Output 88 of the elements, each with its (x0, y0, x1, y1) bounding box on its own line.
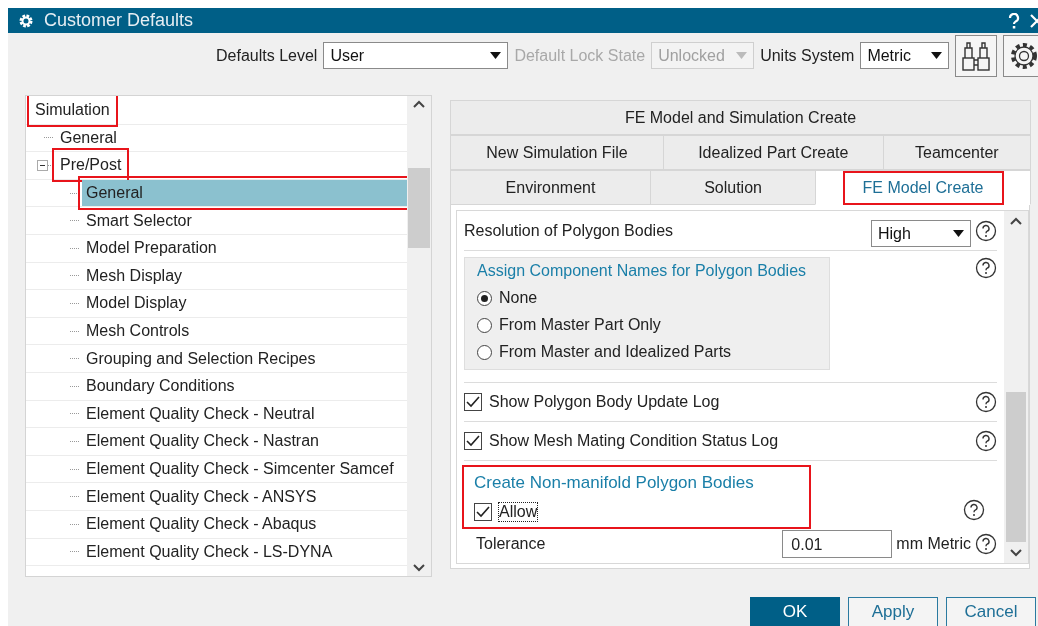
tab[interactable]: FE Model and Simulation Create (450, 100, 1031, 135)
tree-item[interactable]: Element Quality Check - ANSYS (82, 483, 321, 510)
collapse-icon[interactable] (37, 160, 48, 171)
dialog-button[interactable]: OK (750, 597, 840, 626)
tree-connector-line (70, 220, 79, 222)
scroll-down-icon[interactable] (1010, 549, 1022, 557)
binoculars-icon (961, 39, 992, 72)
help-icon[interactable] (975, 219, 997, 242)
scroll-up-icon[interactable] (1010, 217, 1022, 225)
tree-item[interactable]: Mesh Controls (82, 318, 194, 345)
tree-item[interactable]: Element Quality Check - Simcenter Samcef (82, 456, 398, 482)
settings-button[interactable] (1003, 34, 1038, 77)
tree-item[interactable]: Smart Selector (82, 207, 196, 234)
help-icon[interactable] (975, 391, 997, 413)
close-icon[interactable] (1030, 13, 1038, 28)
help-icon[interactable] (963, 499, 985, 521)
tree-connector-line (44, 137, 53, 139)
dialog-button[interactable]: Cancel (946, 597, 1036, 626)
setting-label: Resolution of Polygon Bodies (464, 221, 674, 240)
tree-item[interactable]: Model Preparation (82, 235, 221, 262)
checkbox-label: Show Mesh Mating Condition Status Log (489, 432, 779, 450)
group-title: Assign Component Names for Polygon Bodies (477, 262, 808, 280)
window-title: Customer Defaults (44, 10, 194, 31)
tree-item[interactable]: Element Quality Check - Neutral (82, 400, 319, 427)
checkbox-label: Allow (499, 503, 538, 521)
tolerance-input[interactable]: 0.01 (782, 530, 893, 558)
radio-label: From Master Part Only (499, 316, 661, 334)
scroll-down-icon[interactable] (413, 564, 425, 572)
dropdown[interactable]: User (323, 42, 509, 69)
tab[interactable]: Environment (450, 170, 651, 205)
help-icon[interactable] (1008, 12, 1020, 29)
tree-connector-line (70, 275, 79, 277)
tree-connector-line (70, 440, 79, 442)
tab[interactable]: Teamcenter (882, 135, 1031, 170)
radio-button[interactable] (477, 290, 492, 306)
radio-label: From Master and Idealized Parts (499, 343, 732, 361)
tree-connector-line (70, 496, 79, 498)
tree-item[interactable]: General (56, 124, 121, 151)
help-icon[interactable] (975, 257, 997, 279)
scroll-thumb[interactable] (408, 168, 430, 248)
tree-item[interactable]: Element Quality Check - LS-DYNA (82, 538, 337, 565)
field-label: Default Lock State (514, 46, 646, 65)
tree-connector-line (70, 385, 79, 387)
checkbox[interactable] (474, 503, 492, 521)
tab[interactable]: FE Model Create (815, 170, 1031, 205)
radio-button[interactable] (477, 344, 492, 360)
group-title: Create Non-manifold Polygon Bodies (474, 473, 755, 493)
help-icon[interactable] (975, 430, 997, 452)
resolution-dropdown[interactable]: High (871, 220, 971, 247)
tree-connector-line (70, 247, 79, 249)
dropdown[interactable]: Metric (860, 42, 950, 69)
tree-item[interactable]: Mesh Display (82, 262, 187, 289)
tab[interactable]: New Simulation File (450, 135, 664, 170)
tree-item[interactable]: Element Quality Check - Nastran (82, 428, 323, 455)
tree-item[interactable]: Grouping and Selection Recipes (82, 345, 320, 372)
dropdown-caret-icon (953, 230, 964, 237)
radio-label: None (499, 289, 538, 307)
binoculars-button[interactable] (955, 34, 998, 77)
scroll-up-icon[interactable] (413, 100, 425, 108)
scrollbar[interactable] (407, 96, 431, 576)
dialog-button[interactable]: Apply (848, 597, 938, 626)
tab[interactable]: Idealized Part Create (662, 135, 884, 170)
tree-connector-line (70, 413, 79, 415)
tree-connector-line (70, 302, 79, 304)
tree-connector-line (70, 358, 79, 360)
checkbox[interactable] (464, 393, 482, 411)
scroll-thumb[interactable] (1006, 392, 1026, 542)
tree-connector-line (70, 468, 79, 470)
help-icon[interactable] (975, 533, 997, 555)
tree-item[interactable]: Boundary Conditions (82, 373, 239, 400)
checkbox[interactable] (464, 432, 482, 450)
tab[interactable]: Solution (649, 170, 817, 205)
tree-item[interactable]: Element Quality Check - Abaqus (82, 511, 321, 538)
scrollbar[interactable] (1004, 211, 1028, 563)
tree-connector-line (70, 523, 79, 525)
dropdown-caret-icon (736, 52, 748, 59)
gear-icon (18, 12, 34, 29)
unit-label: mm Metric (896, 535, 971, 553)
setting-label: Tolerance (475, 535, 546, 553)
tree-connector-line (70, 330, 79, 332)
dropdown-caret-icon (931, 52, 943, 59)
tree-item[interactable]: Model Display (82, 290, 191, 317)
field-label: Defaults Level (216, 46, 318, 65)
field-label: Units System (760, 46, 855, 65)
dropdown-caret-icon (490, 52, 502, 59)
checkbox-label: Show Polygon Body Update Log (489, 393, 720, 411)
radio-button[interactable] (477, 317, 492, 333)
tree-connector-line (70, 551, 79, 553)
